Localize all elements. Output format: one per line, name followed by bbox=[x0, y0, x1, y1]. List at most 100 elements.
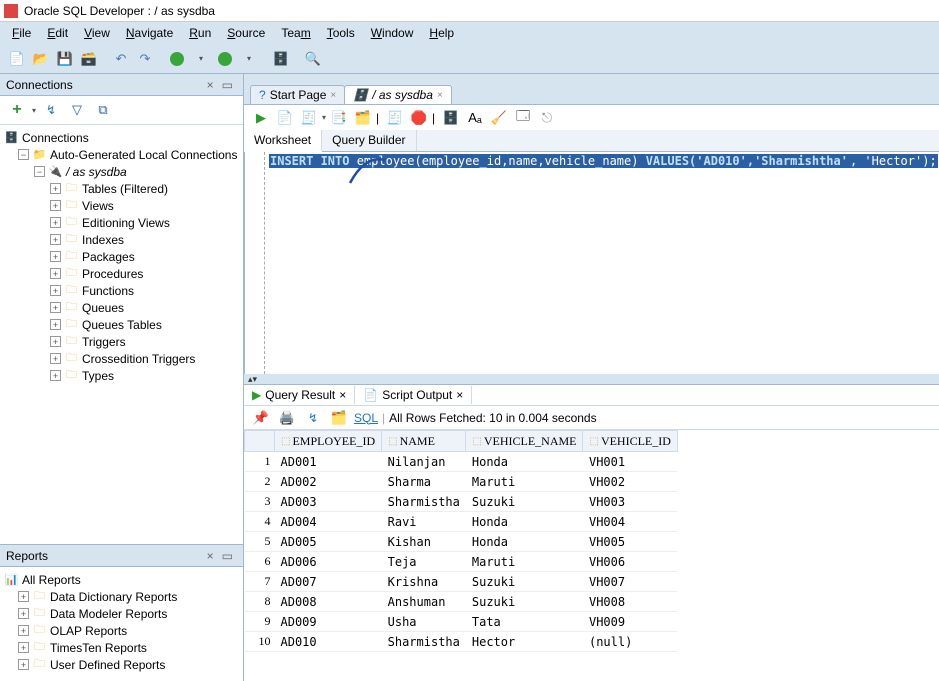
report-item[interactable]: +🗀OLAP Reports bbox=[0, 622, 243, 639]
save-icon[interactable]: 💾 bbox=[54, 48, 76, 70]
cell[interactable]: Ravi bbox=[382, 512, 466, 532]
refresh-result-icon[interactable]: ↯ bbox=[302, 407, 324, 429]
menu-navigate[interactable]: Navigate bbox=[120, 24, 179, 42]
new-connection-icon[interactable]: + bbox=[6, 99, 28, 121]
table-row[interactable]: 7AD007KrishnaSuzukiVH007 bbox=[245, 572, 678, 592]
cell[interactable]: AD006 bbox=[275, 552, 382, 572]
dbms-icon[interactable]: 🗔 bbox=[512, 107, 534, 129]
cell[interactable]: VH006 bbox=[583, 552, 677, 572]
cell[interactable]: Maruti bbox=[466, 552, 583, 572]
cell[interactable]: Sharmistha bbox=[382, 492, 466, 512]
script-output-tab[interactable]: 📄Script Output× bbox=[355, 386, 472, 404]
menu-help[interactable]: Help bbox=[423, 24, 460, 42]
menu-file[interactable]: File bbox=[6, 24, 37, 42]
sql-link[interactable]: SQL bbox=[354, 411, 378, 425]
redo-icon[interactable]: ↷ bbox=[134, 48, 156, 70]
column-header[interactable]: ⬚VEHICLE_NAME bbox=[466, 431, 583, 452]
cell[interactable]: AD008 bbox=[275, 592, 382, 612]
cell[interactable]: VH008 bbox=[583, 592, 677, 612]
menu-view[interactable]: View bbox=[78, 24, 116, 42]
column-header[interactable]: ⬚NAME bbox=[382, 431, 466, 452]
query-builder-tab[interactable]: Query Builder bbox=[322, 130, 416, 151]
cell[interactable]: VH001 bbox=[583, 452, 677, 472]
report-item[interactable]: +🗀TimesTen Reports bbox=[0, 639, 243, 656]
cell[interactable]: (null) bbox=[583, 632, 677, 652]
cell[interactable]: Teja bbox=[382, 552, 466, 572]
close-icon[interactable]: × bbox=[456, 388, 463, 402]
tree-item[interactable]: +🗀Editioning Views bbox=[0, 214, 243, 231]
sql-history-icon[interactable]: 🧾 bbox=[384, 107, 406, 129]
close-icon[interactable]: × bbox=[437, 90, 443, 101]
cell[interactable]: Sharmistha bbox=[382, 632, 466, 652]
report-item[interactable]: +🗀User Defined Reports bbox=[0, 656, 243, 673]
cancel-icon[interactable]: 🛑 bbox=[408, 107, 430, 129]
worksheet-tab[interactable]: Worksheet bbox=[244, 130, 322, 152]
tree-item[interactable]: +🗀Indexes bbox=[0, 231, 243, 248]
tree-item[interactable]: +🗀Views bbox=[0, 197, 243, 214]
cell[interactable]: AD005 bbox=[275, 532, 382, 552]
cell[interactable]: VH003 bbox=[583, 492, 677, 512]
clear-icon[interactable]: 🧹 bbox=[488, 107, 510, 129]
pin-icon[interactable]: 📌 bbox=[250, 407, 272, 429]
cell[interactable]: VH002 bbox=[583, 472, 677, 492]
close-icon[interactable]: × bbox=[339, 388, 346, 402]
tns-icon[interactable]: ⧉ bbox=[92, 99, 114, 121]
cell[interactable]: Suzuki bbox=[466, 592, 583, 612]
report-item[interactable]: +🗀Data Modeler Reports bbox=[0, 605, 243, 622]
close-icon[interactable]: × bbox=[330, 90, 336, 101]
table-row[interactable]: 4AD004RaviHondaVH004 bbox=[245, 512, 678, 532]
forward-icon[interactable] bbox=[214, 48, 236, 70]
cell[interactable]: AD010 bbox=[275, 632, 382, 652]
tree-item[interactable]: +🗀Queues bbox=[0, 299, 243, 316]
panel-min-icon[interactable]: ▭ bbox=[218, 78, 237, 92]
cell[interactable]: VH009 bbox=[583, 612, 677, 632]
wrap-icon[interactable]: ⎋ bbox=[536, 107, 558, 129]
tree-item[interactable]: +🗀Packages bbox=[0, 248, 243, 265]
tab-connection[interactable]: 🗄️/ as sysdba× bbox=[344, 85, 452, 104]
tree-item[interactable]: +🗀Functions bbox=[0, 282, 243, 299]
cell[interactable]: Krishna bbox=[382, 572, 466, 592]
cell[interactable]: AD009 bbox=[275, 612, 382, 632]
splitter[interactable]: ▴▾ bbox=[244, 374, 939, 384]
cell[interactable]: Honda bbox=[466, 532, 583, 552]
cell[interactable]: VH007 bbox=[583, 572, 677, 592]
cell[interactable]: AD003 bbox=[275, 492, 382, 512]
run-icon[interactable]: ▶ bbox=[250, 107, 272, 129]
cell[interactable]: AD002 bbox=[275, 472, 382, 492]
tree-item[interactable]: +🗀Procedures bbox=[0, 265, 243, 282]
export-icon[interactable]: 🗂️ bbox=[328, 407, 350, 429]
menu-team[interactable]: Team bbox=[275, 24, 316, 42]
connections-tree[interactable]: 🗄️Connections −📁Auto-Generated Local Con… bbox=[0, 125, 243, 544]
cell[interactable]: AD004 bbox=[275, 512, 382, 532]
back-drop-icon[interactable]: ▾ bbox=[190, 48, 212, 70]
cell[interactable]: Honda bbox=[466, 452, 583, 472]
table-row[interactable]: 8AD008AnshumanSuzukiVH008 bbox=[245, 592, 678, 612]
open-icon[interactable]: 📂 bbox=[30, 48, 52, 70]
reports-root[interactable]: 📊All Reports bbox=[0, 571, 243, 588]
report-item[interactable]: +🗀Data Dictionary Reports bbox=[0, 588, 243, 605]
reports-min-icon[interactable]: ▭ bbox=[218, 549, 237, 563]
cell[interactable]: Suzuki bbox=[466, 492, 583, 512]
run-script-icon[interactable]: 📄 bbox=[274, 107, 296, 129]
cell[interactable]: VH004 bbox=[583, 512, 677, 532]
undo-icon[interactable]: ↶ bbox=[110, 48, 132, 70]
table-row[interactable]: 2AD002SharmaMarutiVH002 bbox=[245, 472, 678, 492]
autotrace-icon[interactable]: 📑 bbox=[328, 107, 350, 129]
tree-root[interactable]: 🗄️Connections bbox=[0, 129, 243, 146]
menu-edit[interactable]: Edit bbox=[41, 24, 74, 42]
sql-icon[interactable]: 🗄️ bbox=[270, 48, 292, 70]
table-row[interactable]: 6AD006TejaMarutiVH006 bbox=[245, 552, 678, 572]
cell[interactable]: AD007 bbox=[275, 572, 382, 592]
cell[interactable]: VH005 bbox=[583, 532, 677, 552]
menu-window[interactable]: Window bbox=[365, 24, 420, 42]
column-header[interactable]: ⬚EMPLOYEE_ID bbox=[275, 431, 382, 452]
menu-run[interactable]: Run bbox=[183, 24, 217, 42]
cell[interactable]: Hector bbox=[466, 632, 583, 652]
tree-item[interactable]: +🗀Tables (Filtered) bbox=[0, 180, 243, 197]
cell[interactable]: Nilanjan bbox=[382, 452, 466, 472]
back-icon[interactable] bbox=[166, 48, 188, 70]
save-all-icon[interactable]: 🗃️ bbox=[78, 48, 100, 70]
cell[interactable]: Usha bbox=[382, 612, 466, 632]
sql-editor[interactable]: INSERT INTO employee(employee_id,name,ve… bbox=[244, 152, 939, 374]
table-row[interactable]: 9AD009UshaTataVH009 bbox=[245, 612, 678, 632]
